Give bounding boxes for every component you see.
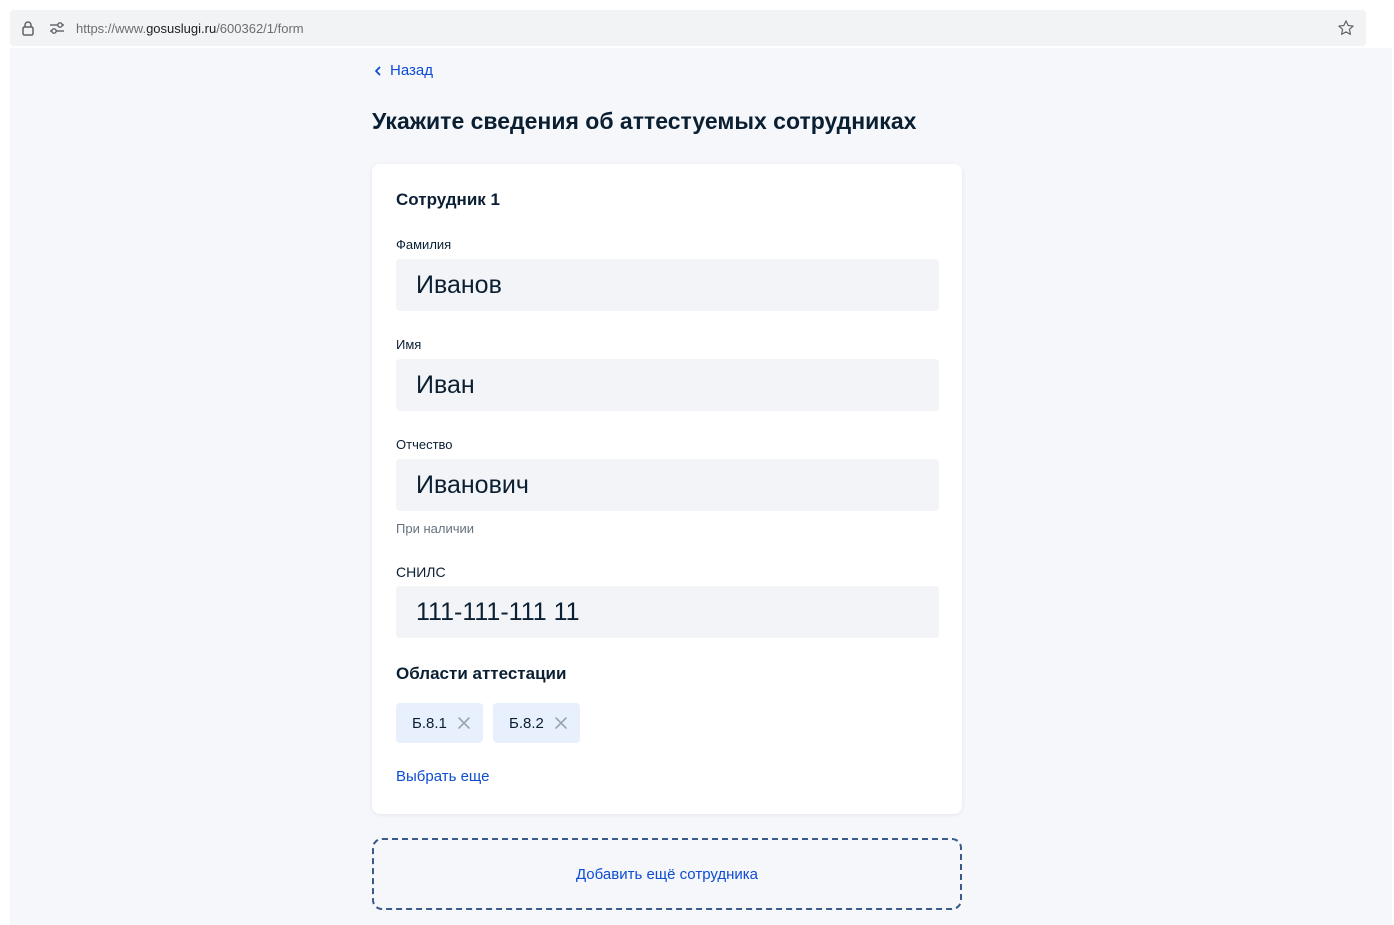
page-title: Укажите сведения об аттестуемых сотрудни… [372,108,917,134]
lock-icon[interactable] [20,20,36,36]
chevron-left-icon [372,65,384,77]
tune-icon[interactable] [48,20,66,36]
employee-card: Сотрудник 1 Фамилия Имя Отчество При нал… [372,164,962,814]
snils-label: СНИЛС [396,564,446,580]
area-chip: Б.8.2 [493,703,580,743]
attestation-areas-title: Области аттестации [396,664,567,683]
area-chip-label: Б.8.1 [412,714,447,732]
url-text[interactable]: https://www.gosuslugi.ru/600362/1/form [76,21,304,36]
first-name-input[interactable] [396,359,939,411]
last-name-input[interactable] [396,259,939,311]
employee-card-title: Сотрудник 1 [396,190,500,209]
url-host: gosuslugi.ru [146,20,217,36]
first-name-label: Имя [396,337,422,352]
close-icon[interactable] [457,716,471,730]
back-link[interactable]: Назад [372,62,433,79]
select-more-link[interactable]: Выбрать еще [396,768,489,785]
patronymic-hint: При наличии [396,521,474,536]
patronymic-input[interactable] [396,459,939,511]
add-employee-button[interactable]: Добавить ещё сотрудника [372,838,962,910]
close-icon[interactable] [554,716,568,730]
back-link-label: Назад [390,62,433,79]
browser-address-bar[interactable]: https://www.gosuslugi.ru/600362/1/form [10,10,1366,46]
page-content: Назад Укажите сведения об аттестуемых со… [10,48,1392,925]
url-prefix: https://www. [76,20,147,36]
area-chip-label: Б.8.2 [509,714,544,732]
url-path: /600362/1/form [216,20,304,36]
last-name-label: Фамилия [396,237,452,252]
snils-input[interactable] [396,586,939,638]
patronymic-label: Отчество [396,437,453,452]
area-chip: Б.8.1 [396,703,483,743]
star-icon[interactable] [1336,18,1356,38]
